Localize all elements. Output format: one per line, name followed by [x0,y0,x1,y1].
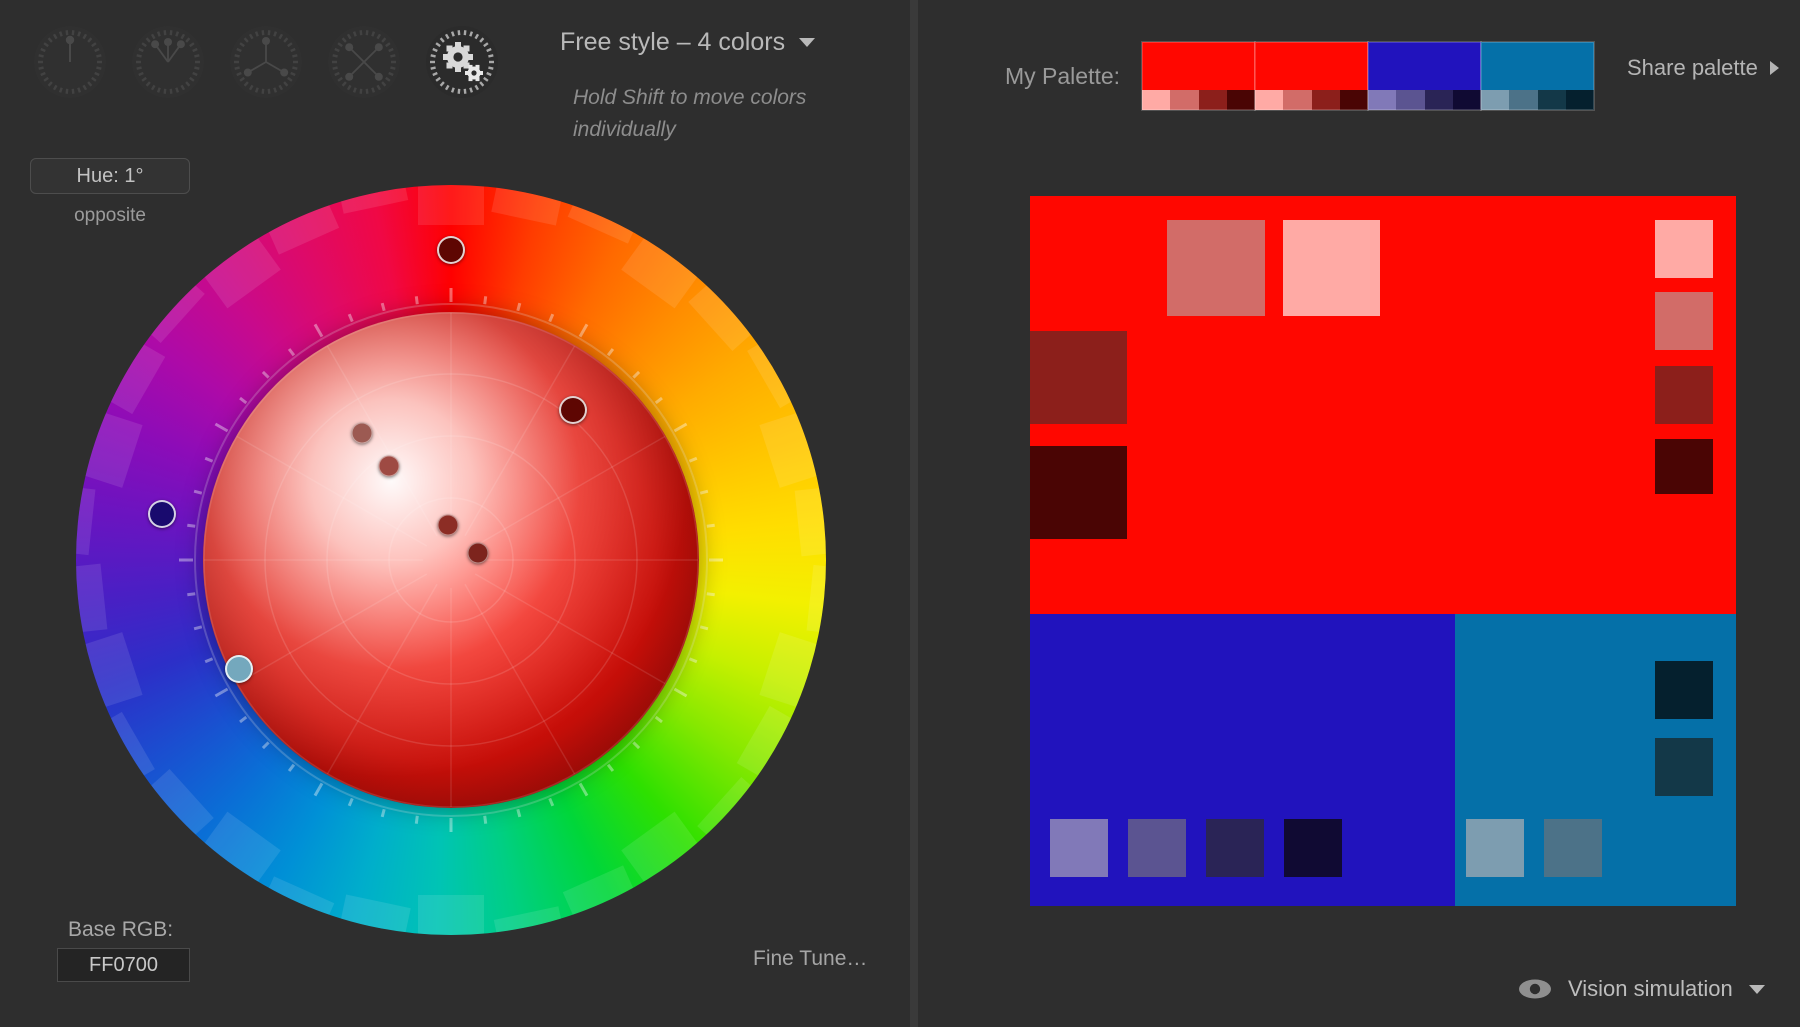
swatch-indigo-light [1050,819,1108,877]
swatch-indigo-dark [1206,819,1264,877]
base-rgb-input[interactable]: FF0700 [57,948,190,982]
palette-main-swatch [1255,42,1369,90]
panel-divider [910,0,918,1027]
palette-variant-swatch [1368,90,1397,110]
palette-variant-swatch [1170,90,1199,110]
palette-variant-swatch [1537,90,1566,110]
palette-variant-swatch [1565,90,1595,110]
chevron-down-icon [1748,984,1765,994]
chevron-down-icon [799,38,816,47]
swatch-indigo-deep [1284,819,1342,877]
palette-variant-swatch [1226,90,1256,110]
preview-quad-teal[interactable] [1455,614,1736,906]
palette-swatch-groups [1141,41,1596,111]
palette-variant-swatch [1509,90,1538,110]
wheel-marker-layer [76,185,826,935]
palette-variant-swatch [1481,90,1510,110]
fine-tune-button[interactable]: Fine Tune… [753,947,867,971]
analogic-scheme-icon[interactable] [132,26,204,98]
swatch-red-mid-top [1167,220,1265,316]
my-palette-bar: My Palette: [1005,41,1596,111]
marker-main-red[interactable] [437,235,465,264]
palette-variant-swatch [1452,90,1482,110]
vision-simulation-dropdown[interactable]: Vision simulation [1518,976,1765,1002]
chevron-right-icon [1769,61,1779,75]
palette-variant-swatch [1396,90,1425,110]
swatch-teal-mid [1544,819,1602,877]
custom-scheme-icon[interactable] [426,26,498,98]
palette-group-red-1[interactable] [1141,41,1257,111]
color-scheme-designer-app: Free style – 4 colors Hold Shift to move… [0,0,1800,1027]
palette-main-swatch [1142,42,1256,90]
share-palette-button[interactable]: Share palette [1627,55,1779,81]
swatch-red-deep-right [1655,439,1713,494]
palette-variant-swatch [1142,90,1171,110]
palette-variant-swatch [1198,90,1227,110]
swatch-red-deep-left [1030,446,1127,539]
palette-variant-swatch [1311,90,1340,110]
shift-hint-text: Hold Shift to move colors individually [573,86,807,141]
palette-main-swatch [1481,42,1595,90]
swatch-red-dark-right [1655,366,1713,424]
base-rgb-label: Base RGB: [68,918,174,941]
palette-variant-swatch [1255,90,1284,110]
palette-variant-swatches [1142,90,1256,110]
swatch-teal-light [1466,819,1524,877]
swatch-teal-dark [1655,738,1713,796]
palette-variant-swatch [1283,90,1312,110]
style-dropdown-label: Free style – 4 colors [560,28,786,56]
triad-scheme-icon[interactable] [230,26,302,98]
tetrad-scheme-icon[interactable] [328,26,400,98]
marker-var-1[interactable] [351,422,373,444]
palette-preview-board [1030,196,1736,906]
palette-variant-swatches [1481,90,1595,110]
swatch-red-mid-right [1655,292,1713,350]
palette-group-teal[interactable] [1480,41,1596,111]
swatch-red-light-top [1283,220,1380,316]
scheme-type-toolbar [34,26,498,98]
mono-scheme-icon[interactable] [34,26,106,98]
palette-variant-swatches [1255,90,1369,110]
preview-quad-red-left[interactable] [1030,196,1455,614]
preview-quad-indigo[interactable] [1030,614,1455,906]
preview-quad-red-right[interactable] [1455,196,1736,614]
swatch-teal-deep [1655,661,1713,719]
palette-group-red-2[interactable] [1254,41,1370,111]
swatch-red-light-right [1655,220,1713,278]
palette-variant-swatch [1424,90,1453,110]
vision-simulation-label: Vision simulation [1568,976,1733,1001]
marker-main-indigo[interactable] [147,499,176,528]
swatch-indigo-mid [1128,819,1186,877]
eye-icon [1519,979,1551,999]
color-wheel[interactable] [76,185,826,935]
marker-var-4[interactable] [467,542,489,564]
swatch-red-dark-left [1030,331,1127,424]
palette-variant-swatches [1368,90,1482,110]
palette-variant-swatch [1339,90,1369,110]
marker-var-3[interactable] [437,514,459,536]
marker-main-red2[interactable] [559,396,588,424]
marker-var-2[interactable] [378,455,400,477]
share-palette-label: Share palette [1627,55,1758,80]
palette-main-swatch [1368,42,1482,90]
my-palette-label: My Palette: [1005,62,1121,89]
palette-group-indigo[interactable] [1367,41,1483,111]
color-wheel-panel: Free style – 4 colors Hold Shift to move… [0,0,910,1027]
marker-main-teal[interactable] [225,654,254,683]
style-dropdown[interactable]: Free style – 4 colors [560,28,816,57]
